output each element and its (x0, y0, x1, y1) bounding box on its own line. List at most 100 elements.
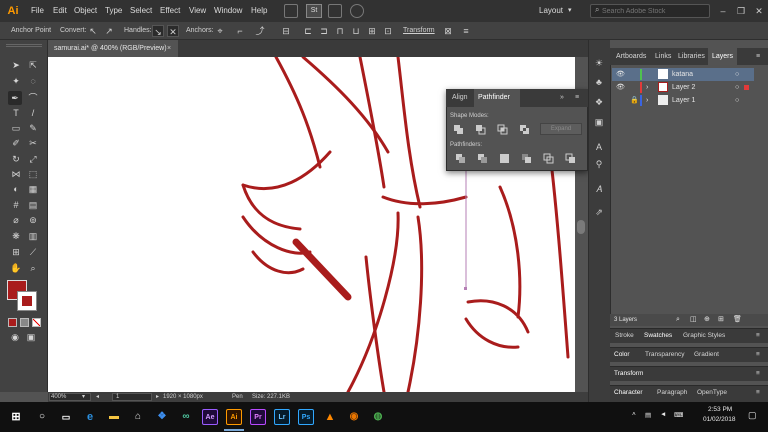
close-icon[interactable]: ✕ (750, 0, 768, 22)
graph-tool-icon[interactable]: ▥ (26, 229, 40, 243)
clock-time[interactable]: 2:53 PM (708, 406, 732, 413)
menu-effect[interactable]: Effect (160, 0, 180, 22)
shape-builder-tool-icon[interactable]: ◐ (9, 182, 23, 196)
selection-indicator[interactable] (744, 85, 749, 90)
tab-paragraph[interactable]: Paragraph (657, 385, 687, 400)
options-icon[interactable]: ≡ (460, 25, 472, 37)
minus-front-icon[interactable] (475, 124, 486, 135)
scale-tool-icon[interactable]: ⤢ (26, 152, 40, 166)
show-handles-icon[interactable]: ↘ (152, 25, 164, 37)
clock-date[interactable]: 01/02/2018 (703, 416, 736, 423)
color-mode-swatch[interactable] (8, 318, 17, 327)
language-icon[interactable]: ⌨ (674, 411, 683, 419)
menu-edit[interactable]: Edit (53, 0, 67, 22)
transform-link[interactable]: Transform (403, 22, 435, 40)
perspective-grid-tool-icon[interactable]: ▦ (26, 182, 40, 196)
blender-icon[interactable]: ◉ (346, 409, 362, 425)
tab-pathfinder[interactable]: Pathfinder (474, 89, 520, 107)
notifications-icon[interactable]: ▢ (748, 410, 757, 421)
tab-graphic-styles[interactable]: Graphic Styles (683, 328, 725, 343)
export-icon[interactable]: ⇗ (592, 205, 606, 219)
menu-window[interactable]: Window (214, 0, 242, 22)
convert-smooth-icon[interactable]: ↗ (103, 25, 115, 37)
next-artboard-icon[interactable]: ▸ (156, 392, 159, 402)
layers-menu-icon[interactable]: ≡ (756, 48, 760, 65)
layer-name[interactable]: Layer 2 (672, 81, 695, 94)
gpu-performance-icon[interactable] (350, 4, 364, 18)
search-icon[interactable]: ○ (34, 409, 50, 425)
eraser-tool-icon[interactable]: ✂ (26, 136, 40, 150)
tab-swatches[interactable]: Swatches (644, 328, 672, 343)
menu-file[interactable]: File (31, 0, 44, 22)
expand-button[interactable]: Expand (540, 123, 582, 135)
direct-selection-tool-icon[interactable]: ⇱ (26, 58, 40, 72)
slice-tool-icon[interactable]: ⟋ (26, 245, 40, 259)
tab-opentype[interactable]: OpenType (697, 385, 727, 400)
panel-menu-icon[interactable]: ≡ (756, 385, 760, 400)
arrange-documents-icon[interactable] (284, 4, 298, 18)
tab-transform[interactable]: Transform (614, 366, 643, 381)
sun-icon[interactable]: ☀ (592, 56, 606, 70)
align-left-icon[interactable]: ⊏ (302, 25, 314, 37)
bridge-button[interactable]: St (306, 4, 322, 18)
align-middle-icon[interactable]: ⊞ (366, 25, 378, 37)
lock-icon[interactable]: 🔒 (630, 94, 639, 107)
target-icon[interactable]: ○ (735, 94, 739, 107)
tab-color[interactable]: Color (614, 347, 630, 362)
panel-menu-icon[interactable]: ≡ (756, 328, 760, 343)
panel-menu-icon[interactable]: ≡ (756, 347, 760, 362)
eye-icon[interactable]: 👁 (616, 68, 625, 81)
minus-back-icon[interactable] (565, 153, 576, 164)
scrollbar-thumb[interactable] (577, 220, 585, 234)
connect-anchors-icon[interactable]: ⌐ (234, 25, 246, 37)
symbol-sprayer-tool-icon[interactable]: ❋ (9, 229, 23, 243)
menu-view[interactable]: View (189, 0, 206, 22)
crop-icon[interactable] (521, 153, 532, 164)
locate-object-icon[interactable]: ⌕ (676, 314, 680, 326)
illustrator-taskbar-icon[interactable]: Ai (226, 409, 242, 425)
tray-chevron-icon[interactable]: ˄ (632, 411, 636, 418)
tab-character[interactable]: Character (614, 385, 643, 400)
windows-start-icon[interactable]: ⊞ (8, 409, 24, 425)
blend-tool-icon[interactable]: ⊚ (26, 213, 40, 227)
screen-mode-icon[interactable]: ▣ (24, 330, 38, 344)
new-sublayer-icon[interactable]: ⊕ (704, 314, 710, 326)
eye-icon[interactable]: 👁 (616, 81, 625, 94)
store-icon[interactable]: ⌂ (130, 409, 146, 425)
minimize-icon[interactable]: – (714, 0, 732, 22)
tab-gradient[interactable]: Gradient (694, 347, 719, 362)
trash-icon[interactable]: 🗑 (733, 314, 742, 326)
gradient-tool-icon[interactable]: ▤ (26, 198, 40, 212)
draw-mode-icon[interactable]: ◉ (8, 330, 22, 344)
trim-icon[interactable] (477, 153, 488, 164)
volume-icon[interactable]: ◄ (660, 411, 666, 418)
align-top-icon[interactable]: ⊔ (350, 25, 362, 37)
appearance-icon[interactable]: A (592, 140, 606, 154)
selection-tool-icon[interactable]: ➤ (9, 58, 23, 72)
gradient-mode-swatch[interactable] (20, 318, 29, 327)
network-icon[interactable]: ▤ (645, 411, 651, 419)
menu-object[interactable]: Object (74, 0, 97, 22)
divide-icon[interactable] (455, 153, 466, 164)
tab-links[interactable]: Links (652, 48, 674, 65)
tab-align[interactable]: Align (452, 89, 468, 107)
target-icon[interactable]: ○ (735, 68, 739, 81)
curvature-tool-icon[interactable]: ⌒ (26, 91, 40, 105)
symbols-icon[interactable]: ❖ (592, 95, 606, 109)
chevron-right-icon[interactable]: › (646, 94, 648, 107)
edge-icon[interactable]: e (82, 409, 98, 425)
chevron-right-icon[interactable]: › (646, 81, 648, 94)
artboard-tool-icon[interactable]: ⊞ (9, 245, 23, 259)
align-center-icon[interactable]: ⊐ (318, 25, 330, 37)
zoom-tool-icon[interactable]: ⌕ (26, 261, 40, 275)
premiere-icon[interactable]: Pr (250, 409, 266, 425)
rotate-tool-icon[interactable]: ↻ (9, 152, 23, 166)
zoom-chevron-icon[interactable]: ▾ (82, 392, 85, 402)
infinity-icon[interactable]: ∞ (178, 409, 194, 425)
eyedropper-tool-icon[interactable]: ⌀ (9, 213, 23, 227)
lightroom-icon[interactable]: Lr (274, 409, 290, 425)
align-bottom-icon[interactable]: ⊡ (382, 25, 394, 37)
pen-tool-icon[interactable]: ✒ (8, 91, 22, 105)
image-trace-icon[interactable]: ⚲ (592, 157, 606, 171)
new-layer-icon[interactable]: ⊞ (718, 314, 724, 326)
